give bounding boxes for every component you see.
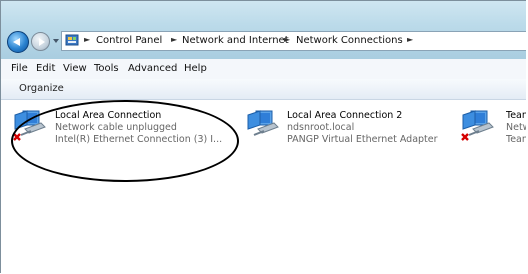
breadcrumb-control-panel[interactable]: Control Panel (96, 35, 162, 46)
forward-button[interactable] (31, 32, 50, 51)
menu-file[interactable]: File (11, 63, 28, 74)
network-adapter-icon (13, 110, 46, 141)
connection-status: Network cable unplugged (55, 122, 177, 133)
connection-adapter: Team (506, 134, 526, 145)
connection-name: Team (506, 110, 526, 121)
menu-bar: File Edit View Tools Advanced Help (1, 59, 526, 80)
connection-adapter: Intel(R) Ethernet Connection (3) I... (55, 134, 223, 145)
breadcrumb-separator-icon[interactable]: ► (407, 35, 413, 44)
menu-help[interactable]: Help (184, 63, 207, 74)
command-bar: Organize (1, 79, 526, 100)
menu-tools[interactable]: Tools (94, 63, 119, 74)
network-adapter-icon (247, 110, 279, 136)
connection-status: Netw (506, 122, 526, 133)
back-button[interactable] (7, 31, 29, 53)
control-panel-icon (65, 34, 79, 46)
breadcrumb-separator-icon[interactable]: ► (171, 35, 177, 44)
address-bar[interactable]: ► Control Panel ► Network and Internet ►… (61, 31, 526, 51)
connection-status: ndsnroot.local (287, 122, 355, 133)
menu-edit[interactable]: Edit (36, 63, 55, 74)
connection-name: Local Area Connection (55, 110, 162, 121)
connection-adapter: PANGP Virtual Ethernet Adapter (287, 134, 438, 145)
breadcrumb-network-connections[interactable]: Network Connections (296, 35, 403, 46)
breadcrumb-network-and-internet[interactable]: Network and Internet (182, 35, 289, 46)
explorer-window: ► Control Panel ► Network and Internet ►… (0, 0, 526, 273)
network-adapter-icon (461, 110, 494, 141)
menu-advanced[interactable]: Advanced (128, 63, 177, 74)
connections-list: Local Area Connection Network cable unpl… (1, 100, 526, 273)
breadcrumb-separator-icon[interactable]: ► (284, 35, 290, 44)
recent-pages-dropdown-icon[interactable] (53, 39, 59, 43)
breadcrumb-separator-icon[interactable]: ► (84, 35, 90, 44)
connection-name: Local Area Connection 2 (287, 110, 403, 121)
organize-button[interactable]: Organize (19, 83, 64, 94)
menu-view[interactable]: View (63, 63, 87, 74)
